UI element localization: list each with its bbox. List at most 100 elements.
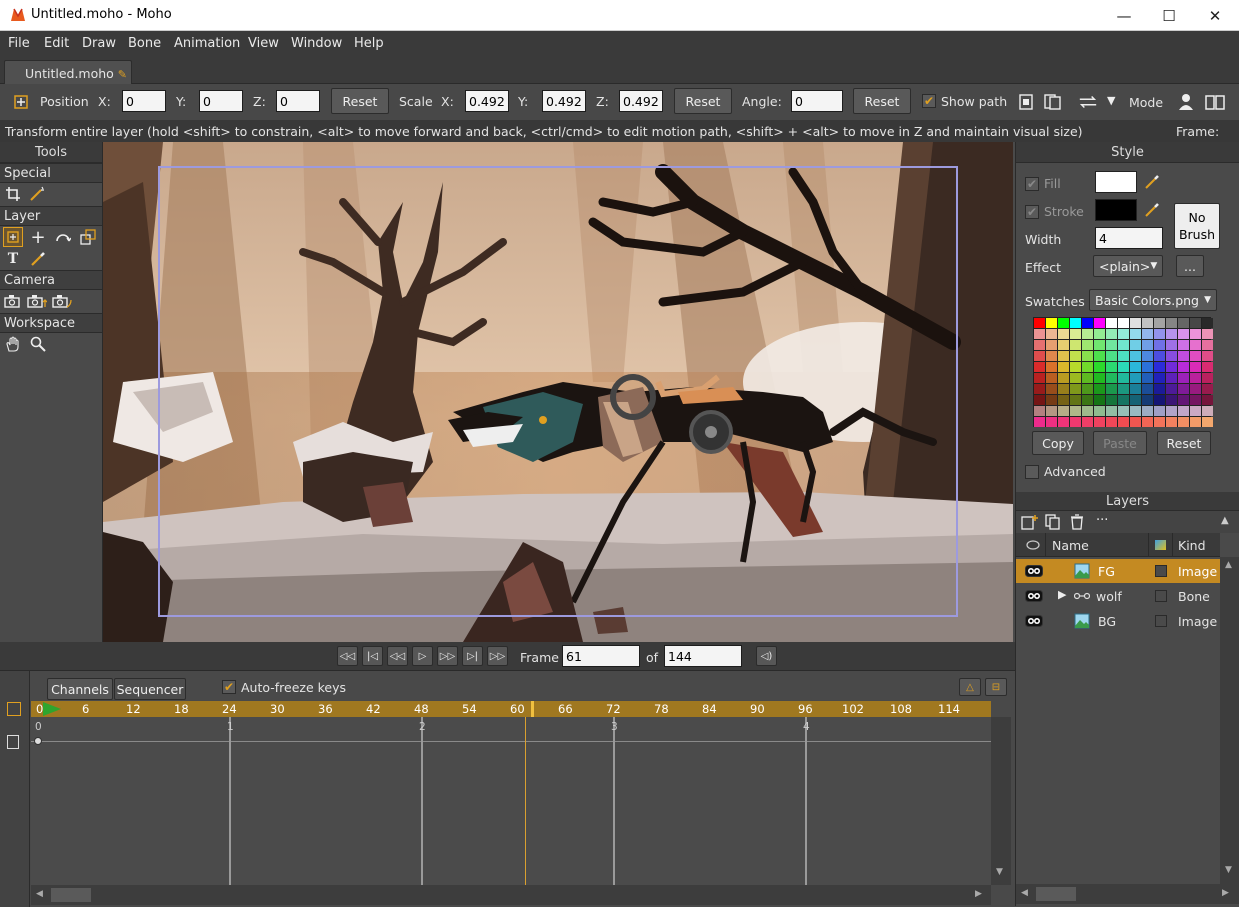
kind-column-header[interactable]: Kind bbox=[1178, 538, 1206, 553]
color-swatch[interactable] bbox=[1058, 362, 1069, 372]
color-swatch[interactable] bbox=[1106, 340, 1117, 350]
position-reset-button[interactable]: Reset bbox=[331, 88, 389, 114]
color-swatch[interactable] bbox=[1082, 384, 1093, 394]
rotate-layer-tool-icon[interactable] bbox=[53, 227, 73, 247]
color-swatch[interactable] bbox=[1154, 362, 1165, 372]
color-swatch[interactable] bbox=[1106, 329, 1117, 339]
eyedropper-tool-icon[interactable] bbox=[28, 249, 48, 269]
color-swatch[interactable] bbox=[1130, 373, 1141, 383]
layer-options-more-icon[interactable]: ··· bbox=[1096, 513, 1108, 528]
color-swatch[interactable] bbox=[1190, 384, 1201, 394]
color-swatch[interactable] bbox=[1178, 329, 1189, 339]
color-swatch[interactable] bbox=[1094, 362, 1105, 372]
color-swatch[interactable] bbox=[1178, 395, 1189, 405]
menu-help[interactable]: Help bbox=[354, 36, 384, 51]
angle-reset-button[interactable]: Reset bbox=[853, 88, 911, 114]
color-swatch[interactable] bbox=[1082, 340, 1093, 350]
menu-file[interactable]: File bbox=[8, 36, 30, 51]
scroll-thumb[interactable] bbox=[51, 888, 91, 902]
color-swatch[interactable] bbox=[1094, 406, 1105, 416]
scale-x-input[interactable] bbox=[465, 90, 509, 112]
color-swatch[interactable] bbox=[1202, 340, 1213, 350]
timeline-vertical-scrollbar[interactable]: ▼ bbox=[991, 717, 1011, 885]
no-brush-button[interactable]: No Brush bbox=[1174, 203, 1220, 249]
color-swatch[interactable] bbox=[1178, 406, 1189, 416]
color-swatch[interactable] bbox=[1082, 406, 1093, 416]
color-swatch[interactable] bbox=[1178, 384, 1189, 394]
color-swatch[interactable] bbox=[1046, 318, 1057, 328]
color-swatch-grid[interactable] bbox=[1033, 317, 1213, 427]
layer-color-tag[interactable] bbox=[1155, 590, 1167, 602]
color-swatch[interactable] bbox=[1130, 318, 1141, 328]
color-swatch[interactable] bbox=[1130, 384, 1141, 394]
character-icon[interactable] bbox=[1176, 92, 1196, 112]
current-frame-input[interactable] bbox=[562, 645, 640, 667]
color-swatch[interactable] bbox=[1154, 340, 1165, 350]
color-swatch[interactable] bbox=[1070, 384, 1081, 394]
duplicate-layer-icon[interactable] bbox=[1045, 514, 1061, 530]
color-swatch[interactable] bbox=[1046, 406, 1057, 416]
color-swatch[interactable] bbox=[1202, 417, 1213, 427]
layers-vertical-scrollbar[interactable]: ▲ ▼ bbox=[1220, 557, 1239, 884]
scale-y-input[interactable] bbox=[542, 90, 586, 112]
color-swatch[interactable] bbox=[1070, 362, 1081, 372]
color-swatch[interactable] bbox=[1118, 395, 1129, 405]
color-swatch[interactable] bbox=[1178, 373, 1189, 383]
color-swatch[interactable] bbox=[1130, 351, 1141, 361]
color-swatch[interactable] bbox=[1190, 340, 1201, 350]
tab-sequencer[interactable]: Sequencer bbox=[114, 678, 186, 700]
crop-tool-icon[interactable] bbox=[3, 184, 23, 204]
color-swatch[interactable] bbox=[1166, 318, 1177, 328]
layer-row-bg[interactable]: BG Image bbox=[1016, 609, 1220, 633]
advanced-checkbox[interactable] bbox=[1025, 465, 1039, 479]
color-swatch[interactable] bbox=[1190, 373, 1201, 383]
angle-input[interactable] bbox=[791, 90, 843, 112]
stroke-checkbox[interactable]: ✔ bbox=[1025, 205, 1039, 219]
color-swatch[interactable] bbox=[1106, 384, 1117, 394]
color-swatch[interactable] bbox=[1166, 351, 1177, 361]
color-swatch[interactable] bbox=[1070, 395, 1081, 405]
canvas-viewport[interactable] bbox=[103, 142, 1013, 642]
color-swatch[interactable] bbox=[1058, 351, 1069, 361]
rewind-to-start-icon[interactable]: ◁◁ bbox=[337, 646, 358, 666]
color-swatch[interactable] bbox=[1142, 351, 1153, 361]
show-path-checkbox[interactable]: ✔ bbox=[922, 94, 936, 108]
layer-color-tag[interactable] bbox=[1155, 565, 1167, 577]
color-swatch[interactable] bbox=[1082, 329, 1093, 339]
camera-roll-icon[interactable] bbox=[52, 291, 72, 311]
color-swatch[interactable] bbox=[1118, 329, 1129, 339]
color-swatch[interactable] bbox=[1190, 395, 1201, 405]
color-swatch[interactable] bbox=[1034, 318, 1045, 328]
color-swatch[interactable] bbox=[1070, 318, 1081, 328]
audio-speaker-icon[interactable]: ◁) bbox=[756, 646, 777, 666]
timeline-horizontal-scrollbar[interactable]: ◀ ▶ bbox=[31, 885, 991, 905]
color-swatch[interactable] bbox=[1058, 395, 1069, 405]
color-swatch[interactable] bbox=[1154, 329, 1165, 339]
scroll-thumb[interactable] bbox=[1036, 887, 1076, 901]
color-swatch[interactable] bbox=[1202, 351, 1213, 361]
color-swatch[interactable] bbox=[1118, 362, 1129, 372]
color-swatch[interactable] bbox=[1106, 395, 1117, 405]
go-to-end-icon[interactable]: ▷▷ bbox=[487, 646, 508, 666]
effect-dropdown[interactable]: <plain> ▼ bbox=[1093, 255, 1163, 277]
color-swatch[interactable] bbox=[1154, 406, 1165, 416]
color-swatch[interactable] bbox=[1118, 417, 1129, 427]
color-swatch[interactable] bbox=[1166, 406, 1177, 416]
color-swatch[interactable] bbox=[1058, 329, 1069, 339]
color-swatch[interactable] bbox=[1082, 351, 1093, 361]
step-back-icon[interactable]: ◁◁ bbox=[387, 646, 408, 666]
color-swatch[interactable] bbox=[1190, 362, 1201, 372]
name-column-header[interactable]: Name bbox=[1052, 538, 1089, 553]
stroke-width-input[interactable] bbox=[1095, 227, 1163, 249]
color-swatch[interactable] bbox=[1178, 340, 1189, 350]
color-swatch[interactable] bbox=[1154, 351, 1165, 361]
color-swatch[interactable] bbox=[1130, 395, 1141, 405]
set-origin-tool-icon[interactable]: + bbox=[28, 227, 48, 248]
color-swatch[interactable] bbox=[1058, 406, 1069, 416]
color-swatch[interactable] bbox=[1082, 318, 1093, 328]
color-swatch[interactable] bbox=[1142, 406, 1153, 416]
maximize-button[interactable]: ☐ bbox=[1146, 0, 1192, 31]
scroll-up-icon[interactable]: ▲ bbox=[1225, 560, 1232, 570]
color-swatch[interactable] bbox=[1190, 351, 1201, 361]
color-swatch[interactable] bbox=[1130, 340, 1141, 350]
